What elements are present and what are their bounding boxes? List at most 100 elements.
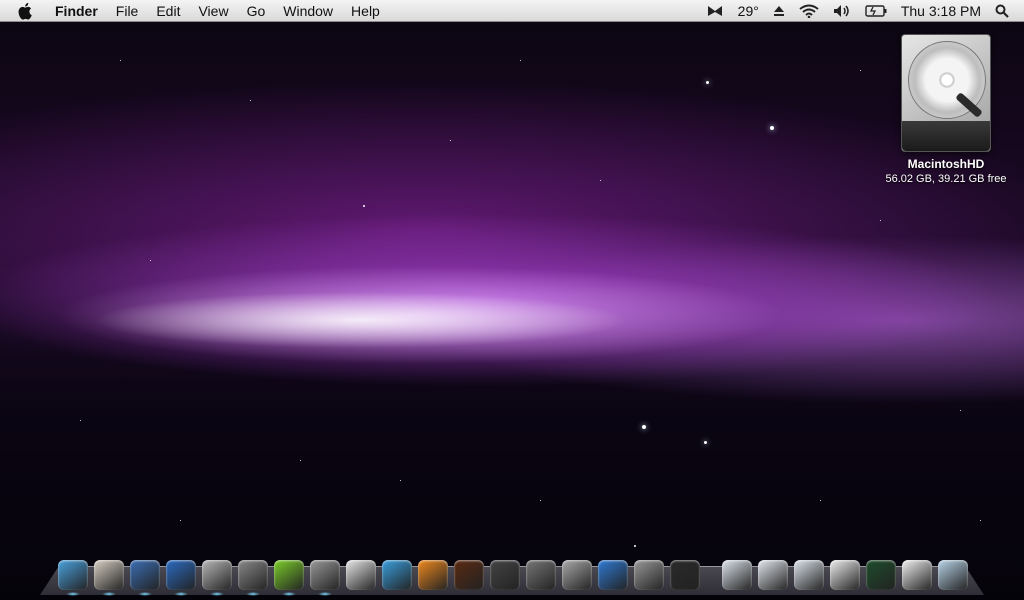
menu-window[interactable]: Window bbox=[274, 3, 342, 19]
quicktime-file-icon[interactable] bbox=[756, 558, 790, 592]
drive-name-label[interactable]: MacintoshHD bbox=[876, 157, 1016, 171]
temperature-label[interactable]: 29° bbox=[731, 0, 766, 21]
firefox-icon[interactable] bbox=[164, 558, 198, 596]
star bbox=[400, 480, 401, 481]
dock-icon-graphic bbox=[598, 560, 628, 590]
star bbox=[80, 420, 81, 421]
dock-icon-graphic bbox=[490, 560, 520, 590]
status-area: 29° Thu 3:18 PM bbox=[699, 0, 1024, 21]
dock-icon-graphic bbox=[418, 560, 448, 590]
hard-drive-icon[interactable] bbox=[901, 34, 991, 152]
system-preferences-icon[interactable] bbox=[236, 558, 270, 596]
documents-folder-icon[interactable] bbox=[792, 558, 826, 592]
running-indicator bbox=[174, 592, 188, 596]
battery-icon[interactable] bbox=[858, 0, 894, 21]
network-icon[interactable] bbox=[632, 558, 666, 592]
disk-utility-icon[interactable] bbox=[308, 558, 342, 596]
star bbox=[300, 460, 301, 461]
menu-view[interactable]: View bbox=[189, 3, 237, 19]
dock-icon-graphic bbox=[722, 560, 752, 590]
messenger-icon[interactable] bbox=[380, 558, 414, 592]
download-icon[interactable] bbox=[524, 558, 558, 592]
star bbox=[540, 500, 541, 501]
lamp-icon[interactable] bbox=[488, 558, 522, 592]
menu-bar: Finder File Edit View Go Window Help 29° bbox=[0, 0, 1024, 22]
menu-file[interactable]: File bbox=[107, 3, 148, 19]
activity-icon[interactable] bbox=[864, 558, 898, 592]
dock bbox=[56, 552, 972, 596]
volume-icon[interactable] bbox=[826, 0, 858, 21]
star bbox=[634, 545, 636, 547]
snickers-icon[interactable] bbox=[452, 558, 486, 592]
utilities-icon[interactable] bbox=[560, 558, 594, 592]
wifi-status-icon[interactable] bbox=[792, 0, 826, 21]
safari-icon[interactable] bbox=[128, 558, 162, 596]
dock-icon-graphic bbox=[866, 560, 896, 590]
dock-icon-graphic bbox=[310, 560, 340, 590]
running-indicator bbox=[102, 592, 116, 596]
dock-icon-graphic bbox=[274, 560, 304, 590]
clock-label[interactable]: Thu 3:18 PM bbox=[894, 0, 988, 21]
itunes-icon[interactable] bbox=[272, 558, 306, 596]
dock-icon-graphic bbox=[202, 560, 232, 590]
star bbox=[980, 520, 981, 521]
star bbox=[150, 260, 151, 261]
star bbox=[704, 441, 707, 444]
running-indicator bbox=[318, 592, 332, 596]
star bbox=[880, 220, 881, 221]
dock-icon-graphic bbox=[130, 560, 160, 590]
vlc-icon[interactable] bbox=[416, 558, 450, 592]
dock-icon-graphic bbox=[166, 560, 196, 590]
star bbox=[642, 425, 646, 429]
star bbox=[860, 70, 861, 71]
window-stack-icon[interactable] bbox=[900, 558, 934, 592]
dock-icon-graphic bbox=[58, 560, 88, 590]
dock-icon-graphic bbox=[238, 560, 268, 590]
running-indicator bbox=[282, 592, 296, 596]
apple-menu-icon[interactable] bbox=[18, 2, 40, 20]
screenshot-icon[interactable] bbox=[828, 558, 862, 592]
weather-icon[interactable] bbox=[699, 0, 731, 21]
star bbox=[770, 126, 774, 130]
macintosh-hd-desktop-icon[interactable]: MacintoshHD 56.02 GB, 39.21 GB free bbox=[876, 34, 1016, 185]
dock-icon-graphic bbox=[938, 560, 968, 590]
spotlight-search-icon[interactable] bbox=[988, 0, 1016, 21]
ipad-icon[interactable] bbox=[344, 558, 378, 592]
dock-icon-graphic bbox=[794, 560, 824, 590]
finder-icon[interactable] bbox=[56, 558, 90, 596]
star bbox=[363, 205, 365, 207]
dock-icon-graphic bbox=[346, 560, 376, 590]
folder-icon[interactable] bbox=[720, 558, 754, 592]
star bbox=[120, 60, 121, 61]
trash-icon[interactable] bbox=[936, 558, 970, 592]
dock-icon-graphic bbox=[562, 560, 592, 590]
dock-icon-graphic bbox=[758, 560, 788, 590]
menu-help[interactable]: Help bbox=[342, 3, 389, 19]
dock-icon-graphic bbox=[670, 560, 700, 590]
menu-edit[interactable]: Edit bbox=[147, 3, 189, 19]
running-indicator bbox=[210, 592, 224, 596]
star bbox=[600, 180, 601, 181]
dock-icon-graphic bbox=[454, 560, 484, 590]
running-indicator bbox=[138, 592, 152, 596]
dock-icon-graphic bbox=[94, 560, 124, 590]
drive-base bbox=[902, 121, 990, 151]
dock-icon-graphic bbox=[526, 560, 556, 590]
star bbox=[520, 60, 521, 61]
desktop-background bbox=[0, 0, 1024, 600]
star bbox=[820, 500, 821, 501]
mail-icon[interactable] bbox=[92, 558, 126, 596]
menu-go[interactable]: Go bbox=[238, 3, 275, 19]
menu-finder[interactable]: Finder bbox=[46, 3, 107, 19]
wifi-icon[interactable] bbox=[596, 558, 630, 592]
star bbox=[180, 520, 181, 521]
star bbox=[250, 100, 251, 101]
star bbox=[706, 81, 709, 84]
dock-icon-graphic bbox=[634, 560, 664, 590]
star bbox=[450, 140, 451, 141]
star bbox=[960, 410, 961, 411]
dock-icon-graphic bbox=[902, 560, 932, 590]
headphones-icon[interactable] bbox=[200, 558, 234, 596]
eject-icon[interactable] bbox=[766, 0, 792, 21]
console-icon[interactable] bbox=[668, 558, 702, 592]
